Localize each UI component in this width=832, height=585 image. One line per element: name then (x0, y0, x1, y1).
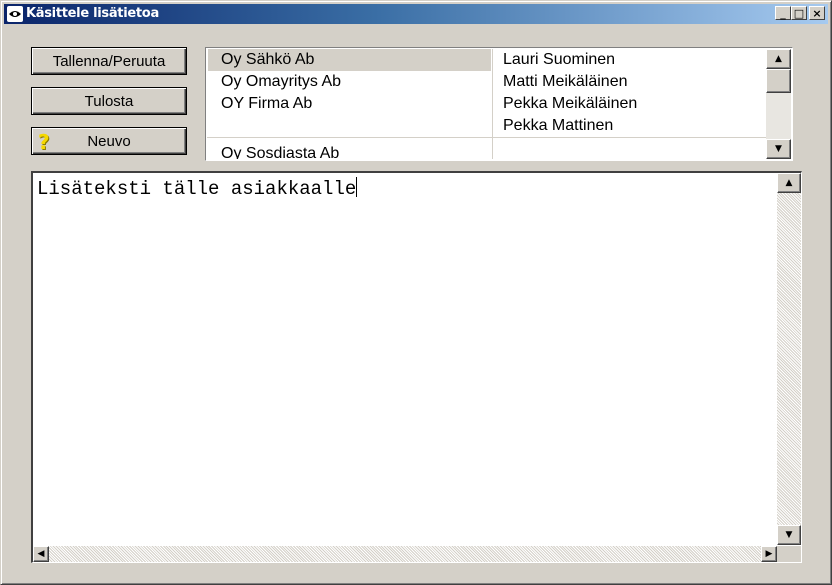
maximize-icon: □ (793, 6, 805, 20)
list-scroll-up-button[interactable]: ▲ (766, 49, 791, 69)
list-row[interactable]: OY Firma Ab Pekka Meikäläinen (207, 93, 767, 115)
list-row[interactable]: Oy Omayritys Ab Matti Meikäläinen (207, 71, 767, 93)
save-cancel-button[interactable]: Tallenna/Peruuta (31, 47, 187, 75)
print-label: Tulosta (84, 92, 134, 110)
text-caret (356, 177, 358, 197)
arrow-down-icon: ▼ (785, 530, 793, 540)
editor-scroll-left-button[interactable]: ◀ (33, 546, 49, 562)
help-label: Neuvo (87, 132, 131, 150)
editor-vertical-scrollbar[interactable]: ▲ ▼ (777, 173, 801, 545)
notes-textarea[interactable]: Lisäteksti tälle asiakkaalle (31, 171, 802, 563)
maximize-button[interactable]: □ (791, 6, 807, 20)
list-scroll-down-button[interactable]: ▼ (766, 139, 791, 159)
arrow-down-icon: ▼ (775, 144, 782, 154)
arrow-left-icon: ◀ (37, 549, 45, 559)
minimize-button[interactable]: _ (775, 6, 791, 20)
list-row[interactable]: Oy Sosdiasta Ab (207, 143, 767, 159)
person-cell: Lauri Suominen (503, 51, 616, 68)
editor-scroll-down-button[interactable]: ▼ (777, 525, 801, 545)
save-cancel-label: Tallenna/Peruuta (52, 52, 166, 70)
close-button[interactable]: × (809, 6, 825, 20)
person-cell: Pekka Meikäläinen (503, 95, 638, 112)
title-bar[interactable]: Käsittele lisätietoa _ □ × (4, 4, 828, 24)
company-cell: Oy Sähkö Ab (221, 51, 315, 68)
customer-list[interactable]: Oy Sähkö Ab Lauri Suominen Oy Omayritys … (205, 47, 793, 161)
list-scroll-thumb[interactable] (766, 69, 791, 93)
company-cell: OY Firma Ab (221, 95, 313, 112)
main-window: Käsittele lisätietoa _ □ × Tallenna/Peru… (0, 0, 832, 585)
window-title: Käsittele lisätietoa (26, 6, 159, 21)
company-cell: Oy Omayritys Ab (221, 73, 342, 90)
arrow-right-icon: ▶ (765, 549, 773, 559)
help-button[interactable]: ? Neuvo (31, 127, 187, 155)
editor-horizontal-scrollbar[interactable]: ◀ ▶ (33, 546, 777, 562)
scrollbar-corner (777, 546, 801, 562)
help-question-icon: ? (38, 130, 50, 154)
person-cell: Pekka Mattinen (503, 117, 614, 134)
person-cell: Matti Meikäläinen (503, 73, 628, 90)
arrow-up-icon: ▲ (785, 178, 793, 188)
editor-scroll-up-button[interactable]: ▲ (777, 173, 801, 193)
list-vertical-scrollbar[interactable]: ▲ ▼ (766, 49, 791, 159)
list-row[interactable]: Oy Sähkö Ab Lauri Suominen (207, 49, 767, 71)
close-icon: × (812, 6, 822, 20)
notes-text: Lisäteksti tälle asiakkaalle (37, 178, 357, 200)
print-button[interactable]: Tulosta (31, 87, 187, 115)
minimize-icon: _ (780, 6, 786, 20)
list-row[interactable]: Pekka Mattinen (207, 115, 767, 138)
arrow-up-icon: ▲ (775, 54, 782, 64)
eye-icon[interactable] (7, 6, 23, 22)
company-cell: Oy Sosdiasta Ab (221, 145, 340, 159)
editor-scroll-right-button[interactable]: ▶ (761, 546, 777, 562)
